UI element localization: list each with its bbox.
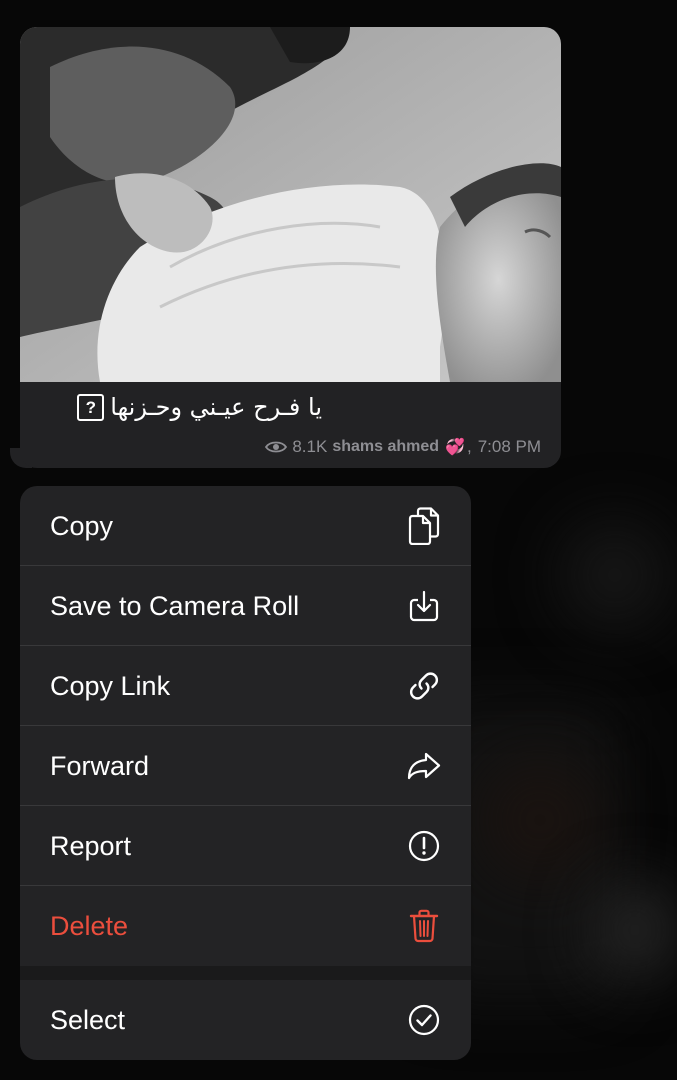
message-photo[interactable]	[20, 27, 561, 382]
menu-item-copy[interactable]: Copy	[20, 486, 471, 566]
link-icon	[407, 669, 441, 703]
menu-item-report[interactable]: Report	[20, 806, 471, 886]
menu-item-label: Copy Link	[50, 670, 171, 701]
eye-icon	[265, 441, 288, 453]
time-separator: ,	[466, 437, 472, 456]
save-download-icon	[407, 589, 441, 623]
message-time: 7:08 PM	[477, 437, 541, 456]
blurred-background-shape	[590, 880, 677, 980]
menu-section-gap	[20, 966, 471, 980]
menu-item-copy-link[interactable]: Copy Link	[20, 646, 471, 726]
forward-arrow-icon	[407, 749, 441, 783]
menu-item-label: Select	[50, 1004, 126, 1035]
author-emoji: 💞	[445, 439, 465, 456]
menu-item-label: Delete	[50, 910, 129, 941]
checkmark-circle-icon	[407, 1003, 441, 1037]
menu-item-label: Save to Camera Roll	[50, 590, 300, 621]
author-signature: shams ahmed	[332, 438, 440, 455]
view-count: 8.1K	[292, 437, 328, 456]
menu-item-select[interactable]: Select	[20, 980, 471, 1060]
message-meta: 8.1K shams ahmed 💞 , 7:08 PM	[265, 437, 541, 457]
exclamation-circle-icon	[407, 829, 441, 863]
menu-item-label: Copy	[50, 510, 114, 541]
menu-item-label: Forward	[50, 750, 150, 781]
context-menu: Copy Save to Camera Roll Copy Link Forwa…	[20, 486, 471, 1060]
caption-text: يا فـرح عيـني وحـزنها	[110, 393, 322, 421]
blurred-background-shape	[480, 760, 600, 880]
menu-item-delete[interactable]: Delete	[20, 886, 471, 966]
caption-question-symbol: ?	[77, 393, 105, 421]
message-bubble[interactable]: يا فـرح عيـني وحـزنها ? 8.1K shams ahmed…	[20, 27, 561, 468]
menu-item-label: Report	[50, 830, 132, 861]
menu-item-save-to-camera-roll[interactable]: Save to Camera Roll	[20, 566, 471, 646]
blurred-background-shape	[560, 520, 670, 630]
menu-item-forward[interactable]: Forward	[20, 726, 471, 806]
copy-icon	[407, 507, 441, 545]
message-caption: يا فـرح عيـني وحـزنها ?	[77, 393, 322, 421]
trash-icon	[407, 909, 441, 943]
